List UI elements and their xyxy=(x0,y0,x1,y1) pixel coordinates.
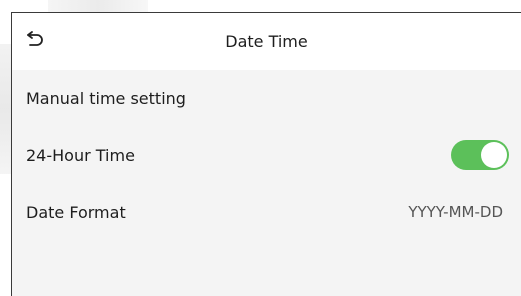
hour24-time-item[interactable]: 24-Hour Time xyxy=(12,127,521,184)
device-screen: Date Time Manual time setting 24-Hour Ti… xyxy=(11,12,521,296)
date-format-item[interactable]: Date Format YYYY-MM-DD xyxy=(12,184,521,241)
manual-time-setting-item[interactable]: Manual time setting xyxy=(12,70,521,127)
date-format-value: YYYY-MM-DD xyxy=(408,203,503,221)
title-bar: Date Time xyxy=(12,13,521,70)
date-format-label: Date Format xyxy=(26,203,126,222)
page-title: Date Time xyxy=(225,32,308,51)
toggle-knob xyxy=(481,142,507,168)
page: Date Time Manual time setting 24-Hour Ti… xyxy=(0,0,521,296)
scan-artifact xyxy=(48,0,148,12)
hour24-time-label: 24-Hour Time xyxy=(26,146,135,165)
manual-time-setting-label: Manual time setting xyxy=(26,89,186,108)
hour24-toggle[interactable] xyxy=(451,140,509,170)
